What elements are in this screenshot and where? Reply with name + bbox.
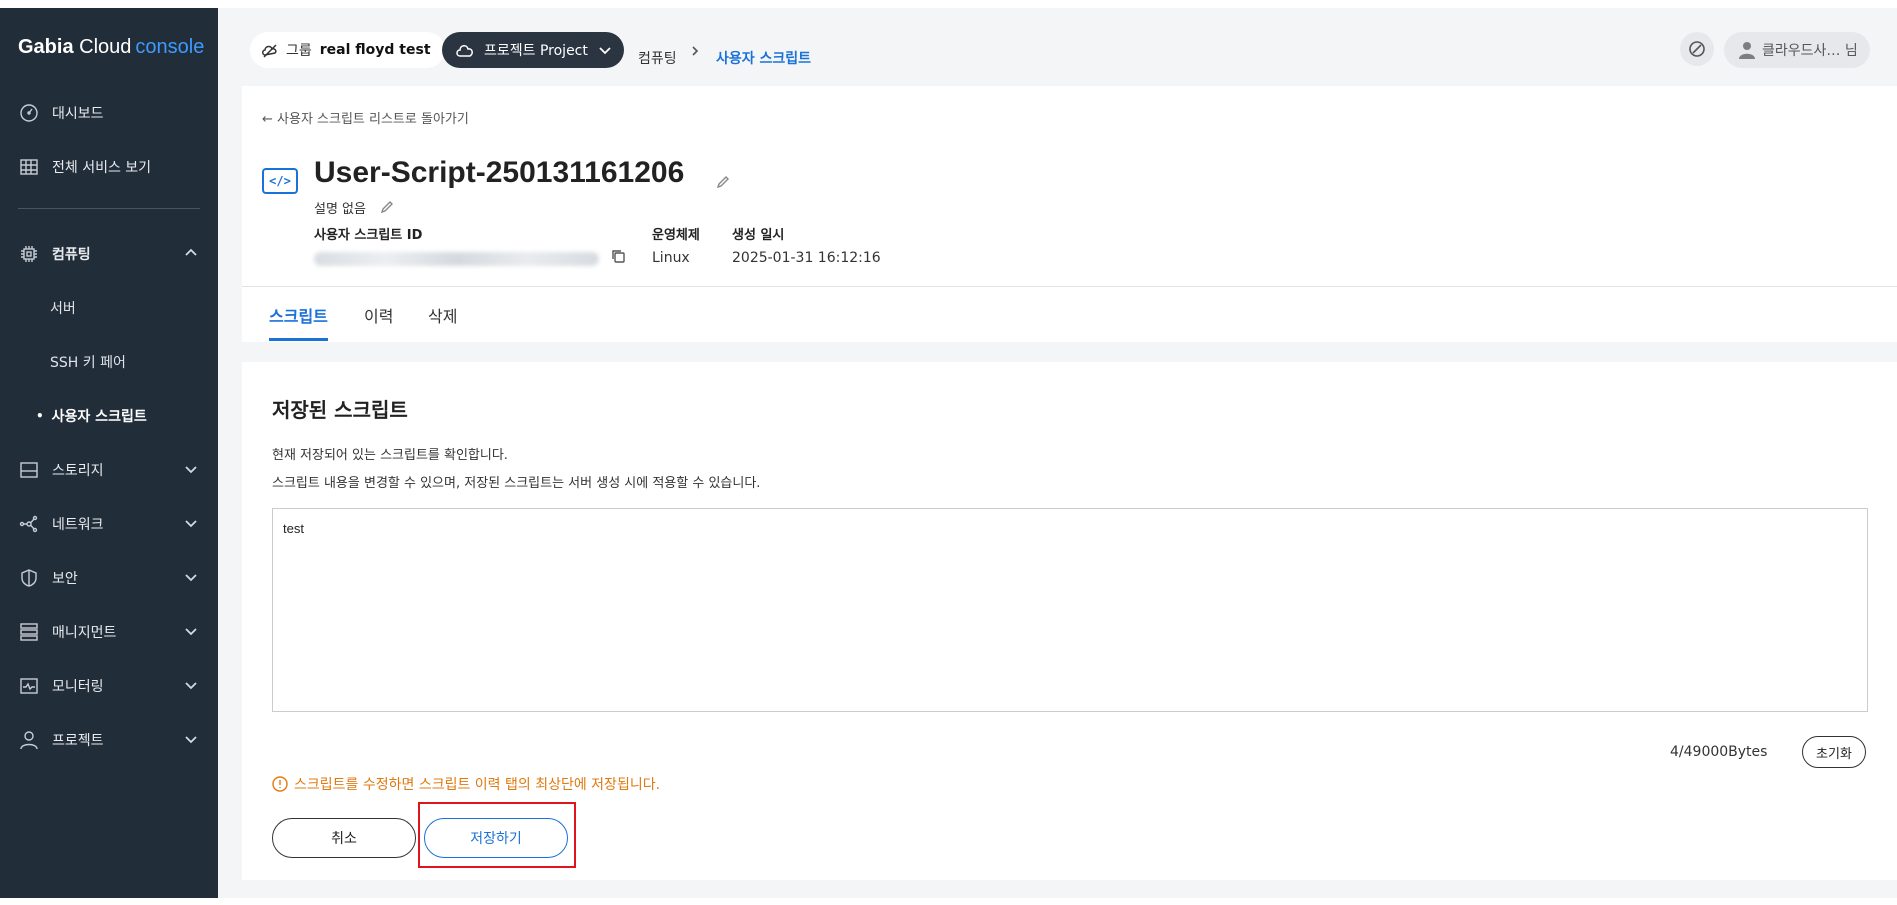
- breadcrumb-current: 사용자 스크립트: [716, 51, 812, 67]
- sidebar-item-monitoring[interactable]: 모니터링: [0, 659, 218, 713]
- code-icon: </>: [262, 168, 298, 194]
- sidebar-item-label: 모니터링: [52, 679, 104, 695]
- chevron-down-icon: [184, 624, 198, 638]
- chevron-down-icon: [184, 462, 198, 476]
- dashboard-icon: [18, 102, 40, 124]
- created-label: 생성 일시: [732, 228, 785, 243]
- sidebar-divider: [18, 208, 200, 209]
- tab-script[interactable]: 스크립트: [269, 303, 328, 327]
- page-title: User-Script-250131161206: [314, 156, 685, 189]
- group-selector[interactable]: 그룹 real floyd test: [250, 32, 445, 68]
- network-icon: [18, 513, 40, 535]
- project-label: 프로젝트 Project: [484, 43, 588, 59]
- monitor-icon: [18, 675, 40, 697]
- cloud-icon: [456, 45, 473, 57]
- info-text-2: 스크립트 내용을 변경할 수 있으며, 저장된 스크립트는 서버 생성 시에 적…: [272, 476, 761, 491]
- chat-button[interactable]: [1680, 32, 1714, 66]
- chevron-down-icon: [599, 47, 611, 55]
- storage-icon: [18, 459, 40, 481]
- user-name: 클라우드사… 님: [1762, 43, 1858, 59]
- script-id-label: 사용자 스크립트 ID: [314, 228, 423, 243]
- shield-icon: [18, 567, 40, 589]
- sidebar-subitem-ssh-keypair[interactable]: SSH 키 페어: [0, 335, 218, 389]
- group-name: real floyd test: [319, 42, 431, 58]
- os-value: Linux: [652, 250, 690, 266]
- sidebar-item-label: 프로젝트: [52, 733, 104, 749]
- group-label: 그룹: [286, 43, 312, 59]
- chip-icon: [18, 243, 40, 265]
- copy-icon[interactable]: [610, 248, 626, 264]
- sidebar-item-network[interactable]: 네트워크: [0, 497, 218, 551]
- chevron-down-icon: [184, 570, 198, 584]
- tab-bar: 스크립트 이력 삭제: [242, 286, 1897, 342]
- warning-text: 스크립트를 수정하면 스크립트 이력 탭의 최상단에 저장됩니다.: [294, 777, 661, 793]
- sidebar-item-label: 전체 서비스 보기: [52, 160, 152, 176]
- top-bar: 그룹 real floyd test 프로젝트 Project 컴퓨팅 사용자 …: [218, 8, 1897, 86]
- sidebar-item-project[interactable]: 프로젝트: [0, 713, 218, 767]
- chevron-right-icon: [689, 42, 701, 56]
- cancel-button[interactable]: 취소: [272, 818, 416, 858]
- edit-title-icon[interactable]: [716, 174, 730, 189]
- sidebar-item-computing[interactable]: 컴퓨팅: [0, 227, 218, 281]
- created-value: 2025-01-31 16:12:16: [732, 250, 881, 266]
- sidebar-item-management[interactable]: 매니지먼트: [0, 605, 218, 659]
- saved-script-card: 저장된 스크립트 현재 저장되어 있는 스크립트를 확인합니다. 스크립트 내용…: [242, 362, 1897, 880]
- management-icon: [18, 621, 40, 643]
- active-tab-indicator: [269, 338, 328, 341]
- user-menu[interactable]: 클라우드사… 님: [1724, 32, 1870, 68]
- edit-description-icon[interactable]: [380, 199, 394, 214]
- chevron-down-icon: [184, 516, 198, 530]
- save-button[interactable]: 저장하기: [424, 818, 568, 858]
- chevron-down-icon: [184, 732, 198, 746]
- info-text-1: 현재 저장되어 있는 스크립트를 확인합니다.: [272, 448, 508, 463]
- sidebar-item-label: 네트워크: [52, 517, 104, 533]
- sidebar-item-label: 대시보드: [52, 106, 104, 122]
- os-label: 운영체제: [652, 228, 700, 243]
- sidebar-item-label: 스토리지: [52, 463, 104, 479]
- tab-delete[interactable]: 삭제: [428, 303, 457, 327]
- byte-counter: 4/49000Bytes: [1670, 744, 1768, 760]
- sidebar-item-storage[interactable]: 스토리지: [0, 443, 218, 497]
- grid-icon: [18, 156, 40, 178]
- script-header-card: ← 사용자 스크립트 리스트로 돌아가기 </> User-Script-250…: [242, 86, 1897, 286]
- user-icon: [1739, 42, 1755, 59]
- script-id-value-blurred: [314, 252, 599, 266]
- sidebar-nav: 대시보드 전체 서비스 보기 컴퓨팅 서버 SSH 키 페어 사용자 스크립트 …: [0, 86, 218, 767]
- person-icon: [18, 729, 40, 751]
- sidebar-subitem-user-script[interactable]: 사용자 스크립트: [0, 389, 218, 443]
- warning-icon: [272, 776, 288, 792]
- sidebar-item-label: 매니지먼트: [52, 625, 117, 641]
- sidebar-subitem-server[interactable]: 서버: [0, 281, 218, 335]
- sidebar-item-dashboard[interactable]: 대시보드: [0, 86, 218, 140]
- reset-button[interactable]: 초기화: [1802, 736, 1866, 768]
- warning-message: 스크립트를 수정하면 스크립트 이력 탭의 최상단에 저장됩니다.: [272, 774, 660, 794]
- breadcrumb-parent[interactable]: 컴퓨팅: [638, 48, 677, 68]
- sidebar-item-security[interactable]: 보안: [0, 551, 218, 605]
- back-to-list-link[interactable]: ← 사용자 스크립트 리스트로 돌아가기: [262, 108, 469, 127]
- cloud-group-icon: [262, 44, 277, 58]
- chat-icon: [1689, 41, 1705, 57]
- project-selector[interactable]: 프로젝트 Project: [442, 32, 624, 68]
- section-title: 저장된 스크립트: [272, 398, 408, 422]
- brand-logo[interactable]: Gabia Cloud console: [18, 36, 204, 59]
- sidebar-item-label: 컴퓨팅: [52, 247, 91, 263]
- chevron-up-icon: [184, 246, 198, 260]
- script-editor[interactable]: test: [272, 508, 1868, 712]
- sidebar-item-all-services[interactable]: 전체 서비스 보기: [0, 140, 218, 194]
- sidebar-item-label: 보안: [52, 571, 78, 587]
- tab-history[interactable]: 이력: [364, 303, 393, 327]
- main-area: 그룹 real floyd test 프로젝트 Project 컴퓨팅 사용자 …: [218, 8, 1897, 898]
- sidebar: Gabia Cloud console 대시보드 전체 서비스 보기 컴퓨팅 서버…: [0, 8, 218, 898]
- script-description: 설명 없음: [314, 202, 366, 217]
- chevron-down-icon: [184, 678, 198, 692]
